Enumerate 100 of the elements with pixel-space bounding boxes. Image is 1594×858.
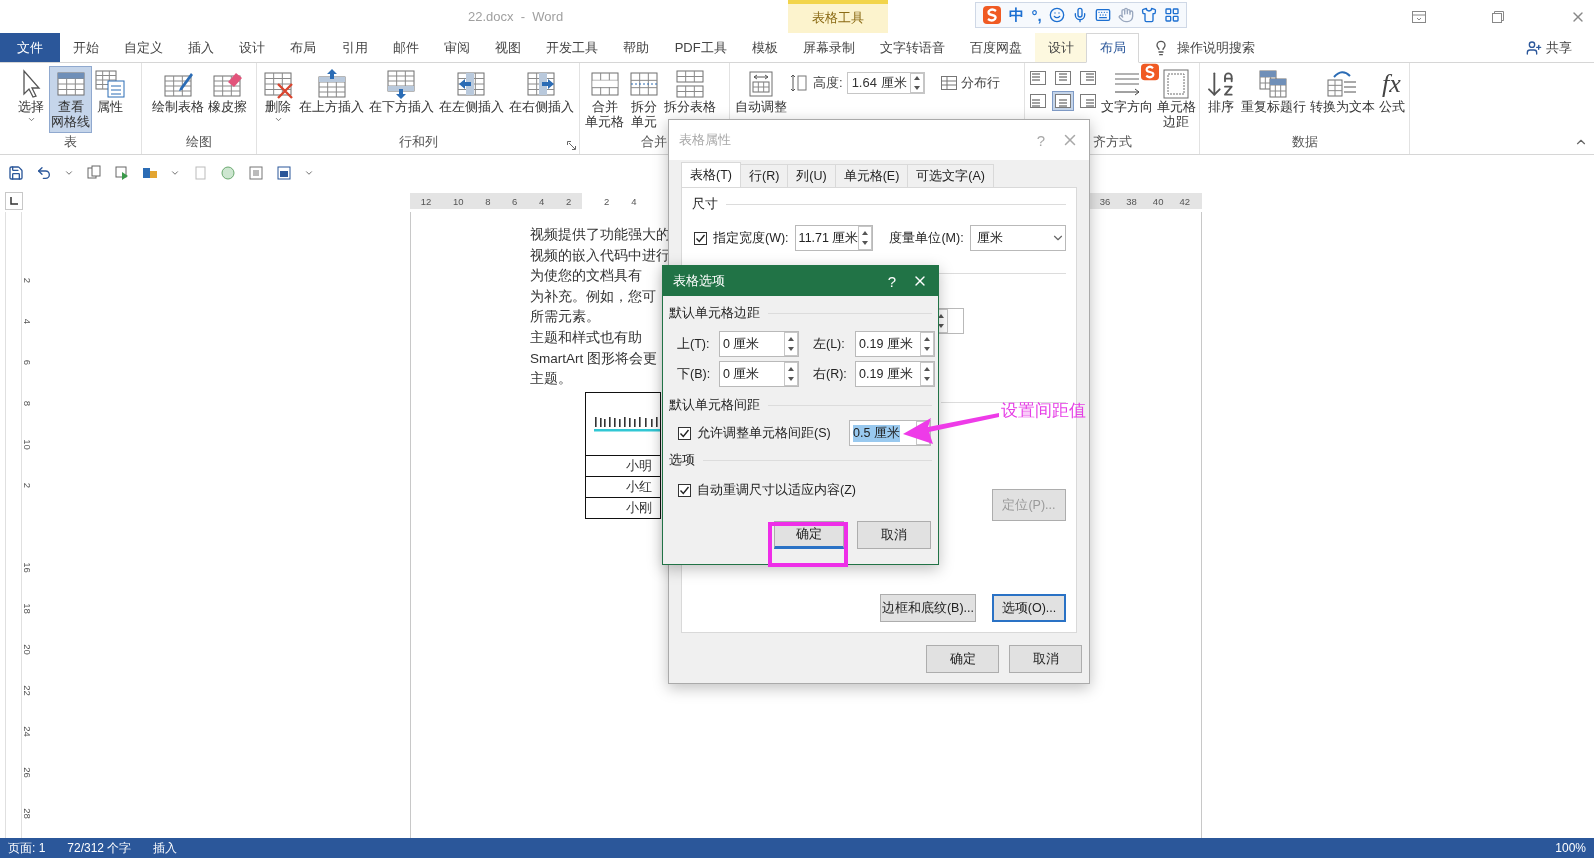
paragraph-line: 主题和样式也有助 bbox=[530, 328, 642, 347]
number-field[interactable]: 0.19 厘米 bbox=[855, 361, 935, 387]
spin-buttons-icon[interactable] bbox=[909, 73, 924, 93]
spin-buttons-icon[interactable] bbox=[920, 362, 934, 386]
checkbox[interactable] bbox=[678, 484, 691, 497]
borders-button[interactable]: 边框和底纹(B)... bbox=[880, 594, 976, 622]
number-field[interactable]: 11.71 厘米 bbox=[794, 225, 874, 251]
ribbon-button[interactable]: 自动调整 bbox=[733, 66, 789, 118]
cancel-button[interactable]: 取消 bbox=[857, 521, 931, 549]
save-icon[interactable] bbox=[8, 164, 24, 181]
ribbon-button[interactable]: 删除 bbox=[260, 66, 297, 127]
cell-margins-icon bbox=[1160, 68, 1192, 100]
options-button[interactable]: 选项(O)... bbox=[992, 594, 1066, 622]
annotation-text: 设置间距值 bbox=[1001, 400, 1086, 422]
smiley-icon[interactable] bbox=[1048, 7, 1065, 23]
number-field[interactable]: 0 厘米 bbox=[719, 331, 799, 357]
menu-tab[interactable]: 开发工具 bbox=[533, 33, 611, 62]
menu-tab[interactable]: 帮助 bbox=[610, 33, 663, 62]
ribbon-button[interactable]: 重复标题行 bbox=[1238, 66, 1308, 118]
spin-buttons-icon[interactable] bbox=[784, 332, 798, 356]
menu-tab[interactable]: 设计 bbox=[226, 33, 278, 62]
share-icon[interactable] bbox=[1526, 39, 1542, 56]
shirt-icon[interactable] bbox=[1140, 7, 1157, 23]
dialog-launcher-icon[interactable] bbox=[567, 141, 576, 150]
menu-tab[interactable]: PDF工具 bbox=[662, 33, 740, 62]
split-table-icon bbox=[674, 68, 706, 100]
ribbon-button[interactable]: 绘制表格 bbox=[149, 66, 206, 118]
number-field[interactable]: 0 厘米 bbox=[719, 361, 799, 387]
ime-mode-text[interactable]: °, bbox=[1031, 6, 1042, 24]
menu-tab[interactable]: 模板 bbox=[739, 33, 791, 62]
ribbon-button[interactable]: 在上方插入 bbox=[297, 66, 367, 118]
dialog-tab[interactable]: 表格(T) bbox=[681, 162, 741, 187]
align-button[interactable] bbox=[1051, 91, 1074, 111]
spin-buttons-icon[interactable] bbox=[784, 362, 798, 386]
spin-buttons-icon[interactable] bbox=[858, 226, 873, 250]
tab-stop-icon[interactable] bbox=[10, 197, 18, 205]
menu-tab[interactable]: 自定义 bbox=[111, 33, 176, 62]
ruler-number: 22 bbox=[21, 685, 34, 696]
keyboard-icon[interactable] bbox=[1094, 7, 1111, 23]
undo-icon[interactable] bbox=[36, 164, 52, 181]
ribbon-button[interactable]: fx 公式 bbox=[1376, 66, 1407, 118]
ruler-number: 16 bbox=[21, 562, 34, 573]
menu-tab[interactable]: 设计 bbox=[1035, 33, 1087, 62]
ribbon-button[interactable]: 拆分 单元 bbox=[626, 66, 662, 133]
ribbon-display-icon[interactable] bbox=[1412, 10, 1426, 23]
menu-tab[interactable]: 邮件 bbox=[380, 33, 432, 62]
ime-logo-icon[interactable] bbox=[982, 5, 1003, 25]
menu-tab[interactable]: 视图 bbox=[482, 33, 534, 62]
menu-tab[interactable]: 布局 bbox=[1086, 33, 1140, 63]
dialog-tab[interactable]: 可选文字(A) bbox=[907, 164, 995, 187]
ribbon-button[interactable]: 在左侧插入 bbox=[436, 66, 506, 118]
ribbon-button[interactable]: 查看 网格线 bbox=[49, 66, 92, 133]
row-height-icon bbox=[789, 74, 809, 92]
menu-tab[interactable]: 百度网盘 bbox=[957, 33, 1035, 62]
help-button[interactable]: ? bbox=[872, 272, 912, 290]
cancel-button[interactable]: 取消 bbox=[1009, 645, 1082, 673]
play-icon[interactable] bbox=[114, 164, 130, 181]
ribbon-button[interactable]: 合并 单元格 bbox=[583, 66, 626, 133]
align-icon bbox=[1054, 71, 1071, 85]
word-count: 72/312 个字 bbox=[67, 839, 132, 857]
ribbon-button[interactable]: 单元格 边距 bbox=[1154, 66, 1198, 133]
grid-icon[interactable] bbox=[1163, 7, 1180, 23]
ime-mode-text[interactable]: 中 bbox=[1009, 5, 1025, 25]
menu-tab[interactable]: 审阅 bbox=[431, 33, 483, 62]
align-icon bbox=[1054, 94, 1071, 108]
ribbon-button[interactable]: 属性 bbox=[92, 66, 128, 118]
ime-logo-icon bbox=[1140, 63, 1160, 81]
menu-tab[interactable]: 开始 bbox=[60, 33, 112, 62]
ribbon-button[interactable]: 橡皮擦 bbox=[205, 66, 249, 118]
ribbon-button[interactable]: 转换为文本 bbox=[1307, 66, 1377, 118]
menu-tab[interactable]: 布局 bbox=[277, 33, 329, 62]
menu-tab[interactable]: 插入 bbox=[175, 33, 227, 62]
share-button[interactable]: 共享 bbox=[1546, 38, 1572, 57]
pages-icon[interactable] bbox=[86, 164, 102, 181]
ribbon-button[interactable]: 分布行 bbox=[960, 74, 1000, 92]
checkbox[interactable] bbox=[694, 231, 707, 245]
unit-dropdown[interactable]: 厘米 bbox=[969, 225, 1066, 251]
ribbon-button[interactable]: 文字方向 bbox=[1098, 66, 1155, 118]
ribbon-button[interactable]: 在右侧插入 bbox=[506, 66, 576, 118]
restore-icon[interactable] bbox=[1492, 10, 1504, 23]
group-label: 齐方式 bbox=[1092, 134, 1132, 151]
number-field[interactable]: 1.64 厘米 bbox=[846, 72, 925, 94]
menu-tab[interactable]: 文件 bbox=[0, 33, 60, 62]
menu-tab[interactable]: 屏幕录制 bbox=[790, 33, 868, 62]
menu-tab[interactable]: 文字转语音 bbox=[867, 33, 958, 62]
ok-button[interactable]: 确定 bbox=[926, 645, 999, 673]
menu-tab[interactable]: 引用 bbox=[328, 33, 381, 62]
ribbon-button[interactable]: 选择 bbox=[13, 66, 49, 127]
ribbon-button[interactable]: 排序 bbox=[1202, 66, 1239, 118]
tell-me-search[interactable]: 操作说明搜索 bbox=[1177, 38, 1256, 57]
align-icon bbox=[1079, 94, 1096, 108]
spin-buttons-icon[interactable] bbox=[920, 332, 934, 356]
checkbox[interactable] bbox=[678, 426, 691, 440]
zoom-level[interactable]: 100% bbox=[1555, 841, 1586, 855]
number-field[interactable]: 0.19 厘米 bbox=[855, 331, 935, 357]
ruler-number: 10 bbox=[453, 195, 464, 207]
ribbon-button[interactable]: 拆分表格 bbox=[662, 66, 718, 118]
caret-icon bbox=[273, 115, 283, 124]
ribbon-button[interactable]: 在下方插入 bbox=[367, 66, 436, 118]
window-icon[interactable] bbox=[276, 164, 292, 181]
